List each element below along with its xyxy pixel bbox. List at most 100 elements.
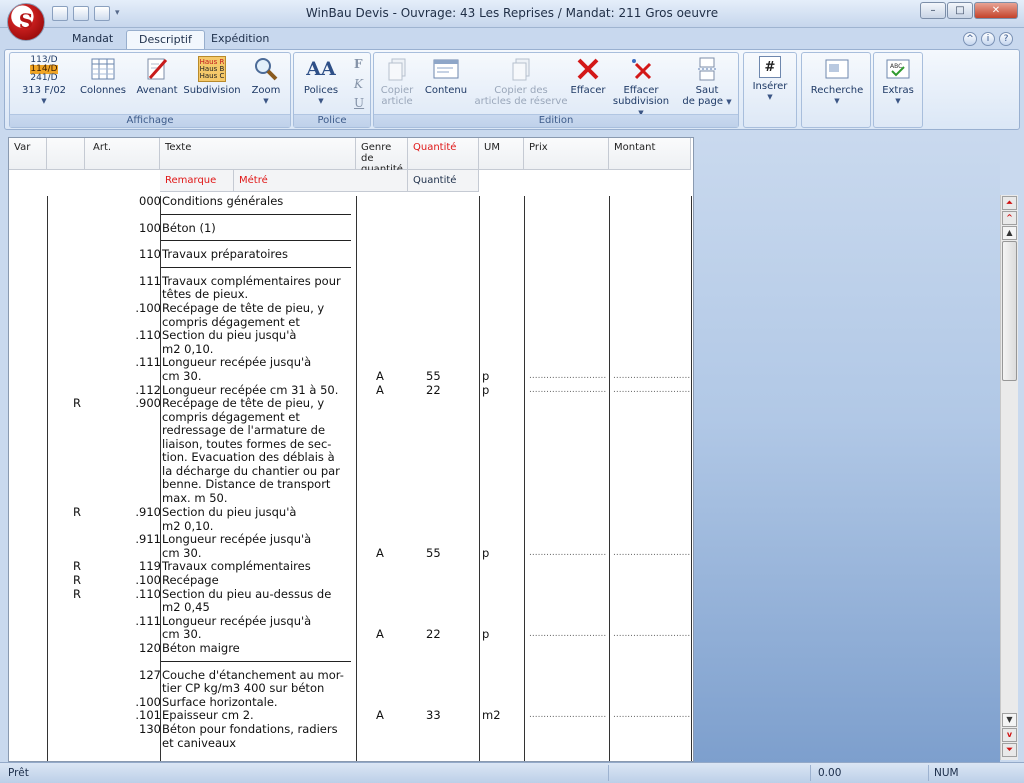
row-quantity: 33 <box>426 708 441 723</box>
tab-descriptif[interactable]: Descriptif <box>126 30 205 50</box>
page-break-icon <box>693 56 721 82</box>
effacer-subdivision-button[interactable]: Effacer subdivision ▼ <box>610 56 672 119</box>
app-menu-button[interactable]: S <box>7 3 45 41</box>
minimize-button[interactable]: – <box>920 2 946 19</box>
italic-button[interactable]: K <box>354 77 363 91</box>
price-input[interactable]: ........................... <box>529 709 606 723</box>
scroll-page-up-icon[interactable]: ⏶ <box>1002 196 1017 210</box>
section-separator <box>161 660 351 662</box>
section-separator <box>161 266 351 268</box>
column-divider <box>479 196 480 761</box>
num-lock-indicator: NUM <box>934 767 959 779</box>
copy-article-icon <box>383 56 411 82</box>
scroll-page-down-icon[interactable]: ⏷ <box>1002 743 1017 757</box>
zoom-button[interactable]: Zoom ▼ <box>246 56 286 107</box>
tab-mandat[interactable]: Mandat <box>60 30 125 50</box>
help-icon[interactable]: ? <box>999 32 1013 46</box>
contenu-button[interactable]: Contenu <box>422 56 470 96</box>
col-header-blank[interactable] <box>47 138 85 170</box>
bold-button[interactable]: F <box>354 57 363 71</box>
row-article-number: .110 <box>135 586 161 601</box>
scroll-down-red-icon[interactable]: v <box>1002 728 1017 742</box>
effacer-button[interactable]: Effacer <box>568 56 608 96</box>
maximize-button[interactable]: □ <box>947 2 973 19</box>
recherche-button[interactable]: Recherche ▼ <box>806 56 868 107</box>
scroll-down-arrow-icon[interactable]: ▼ <box>1002 713 1017 727</box>
close-button[interactable]: ✕ <box>974 2 1018 19</box>
col-header-var[interactable]: Var <box>9 138 47 170</box>
tab-expedition[interactable]: Expédition <box>199 30 281 50</box>
copier-reserve-button[interactable]: Copier des articles de réserve <box>474 56 568 107</box>
dropdown-arrow-icon: ▼ <box>41 97 47 105</box>
vertical-scrollbar[interactable]: ⏶ ^ ▲ ▼ v ⏷ <box>1000 195 1018 760</box>
row-article-number: 100 <box>139 220 161 235</box>
dropdown-arrow-icon: ▼ <box>726 98 732 106</box>
info-icon[interactable]: i <box>981 32 995 46</box>
row-text: Longueur recépée jusqu'à cm 30. <box>162 532 312 560</box>
copier-article-button[interactable]: Copier article <box>378 56 416 107</box>
status-divider <box>928 765 929 781</box>
row-text: Epaisseur cm 2. <box>162 708 254 723</box>
row-text: Béton pour fondations, radiers et canive… <box>162 722 338 750</box>
price-input[interactable]: ........................... <box>529 384 606 398</box>
group-recherche: Recherche ▼ <box>801 52 871 128</box>
subdivision-label: Subdivision <box>183 85 241 96</box>
price-input[interactable]: ........................... <box>529 547 606 561</box>
row-text: Surface horizontale. <box>162 694 278 709</box>
subdivision-button[interactable]: Haus R Haus B Haus C Subdivision <box>182 56 242 96</box>
subdivision-icon-line: Haus C <box>199 71 225 80</box>
fonts-icon: AA <box>306 57 336 80</box>
minimize-ribbon-icon[interactable]: ^ <box>963 32 977 46</box>
scroll-up-arrow-icon[interactable]: ▲ <box>1002 226 1017 240</box>
app-logo-icon: S <box>18 9 34 33</box>
col-header-prix[interactable]: Prix <box>524 138 609 170</box>
dropdown-arrow-icon: ▼ <box>263 97 269 105</box>
inserer-label: Insérer <box>752 81 788 92</box>
price-input[interactable]: ........................... <box>529 370 606 384</box>
row-text: Béton (1) <box>162 220 216 235</box>
contents-icon <box>432 56 460 82</box>
document-area[interactable]: Var Art. Texte Genre de quantité Quantit… <box>8 137 694 762</box>
workspace-background <box>694 137 1000 762</box>
col-header-remarque[interactable]: Remarque <box>160 170 234 192</box>
col-header-quantite-2[interactable]: Quantité <box>408 170 479 192</box>
saut-de-page-button[interactable]: Saut de page ▼ <box>680 56 734 108</box>
row-article-number: .910 <box>135 505 161 519</box>
saut-de-page-label: Saut <box>695 85 719 96</box>
col-header-um[interactable]: UM <box>479 138 524 170</box>
row-var: R <box>73 586 81 601</box>
col-header-quantite[interactable]: Quantité <box>408 138 479 170</box>
column-divider <box>524 196 525 761</box>
numbering-label: 313 F/02 <box>21 85 67 96</box>
row-text: Béton maigre <box>162 641 240 655</box>
scroll-up-red-icon[interactable]: ^ <box>1002 211 1017 225</box>
col-header-genre[interactable]: Genre de quantité <box>356 138 408 175</box>
row-genre: A <box>376 627 384 642</box>
polices-button[interactable]: AA Polices ▼ <box>298 56 344 107</box>
row-text: Recépage de tête de pieu, y compris déga… <box>162 301 325 329</box>
recherche-label: Recherche <box>810 85 864 96</box>
row-article-number: 120 <box>139 641 161 655</box>
row-unit: p <box>482 368 490 383</box>
status-value: 0.00 <box>818 767 842 779</box>
numbering-button[interactable]: 113/D 114/D 241/D 313 F/02 ▼ <box>14 55 74 107</box>
col-header-metre[interactable]: Métré <box>234 170 408 192</box>
row-genre: A <box>376 545 384 560</box>
spellcheck-icon: ABC <box>884 56 912 82</box>
copier-reserve-label: articles de réserve <box>474 96 568 107</box>
colonnes-button[interactable]: Colonnes <box>78 56 128 96</box>
col-header-art[interactable]: Art. <box>85 138 160 170</box>
col-header-montant[interactable]: Montant <box>609 138 691 170</box>
row-unit: p <box>482 382 490 397</box>
scrollbar-thumb[interactable] <box>1002 241 1017 381</box>
avenant-icon <box>143 56 171 82</box>
inserer-button[interactable]: # Insérer ▼ <box>746 56 794 103</box>
extras-button[interactable]: ABC Extras ▼ <box>876 56 920 107</box>
price-input[interactable]: ........................... <box>529 628 606 642</box>
col-header-texte[interactable]: Texte <box>160 138 356 170</box>
row-unit: p <box>482 627 490 642</box>
avenant-button[interactable]: Avenant <box>134 56 180 96</box>
row-text: Recépage <box>162 573 219 587</box>
underline-button[interactable]: U <box>354 96 364 110</box>
row-text: Section du pieu au-dessus de m2 0,45 <box>162 586 332 615</box>
